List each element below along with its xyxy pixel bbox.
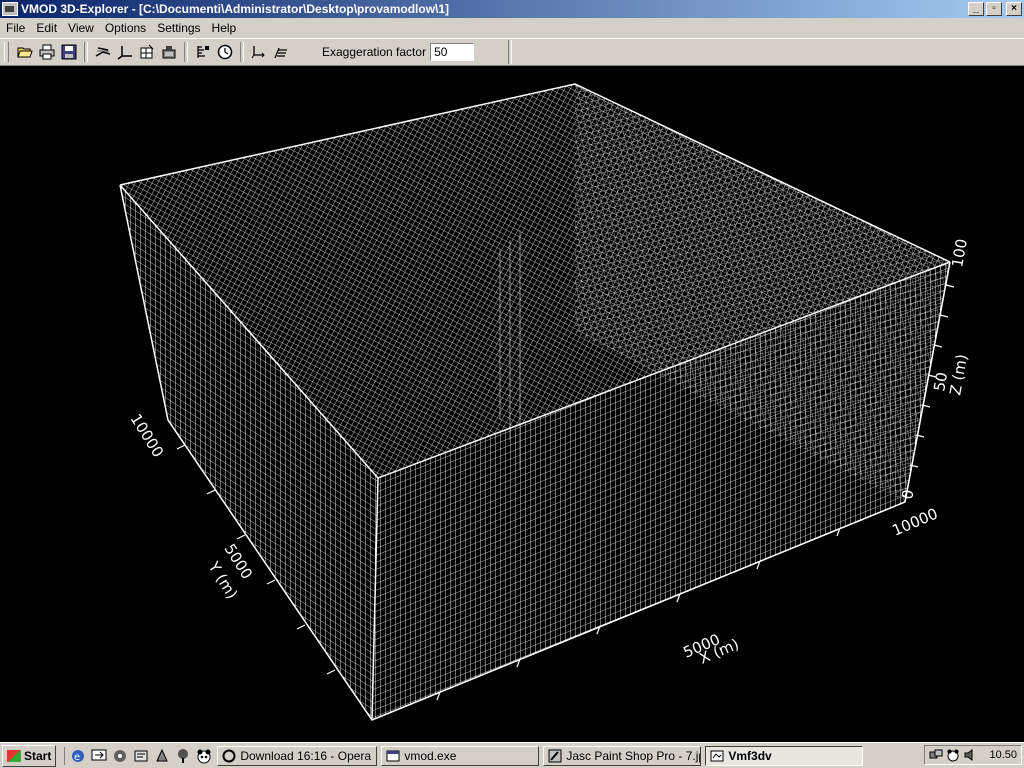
task-opera[interactable]: Download 16:16 - Opera: [217, 745, 378, 766]
clock-button[interactable]: [214, 41, 236, 63]
quick-launch: e: [64, 746, 213, 765]
cross-section-icon: [95, 47, 111, 57]
open-button[interactable]: [14, 41, 36, 63]
network-icon[interactable]: [929, 748, 943, 762]
save-icon: [61, 44, 77, 60]
start-label: Start: [24, 748, 52, 763]
ie-icon[interactable]: e: [69, 747, 87, 765]
app-icon[interactable]: [153, 747, 171, 765]
menu-settings[interactable]: Settings: [151, 21, 205, 35]
flow-icon: [274, 47, 287, 59]
3d-viewport[interactable]: 10000 5000 Y (m) 5000 X (m) 10000 100 50…: [0, 66, 1024, 742]
print-icon: [39, 44, 55, 60]
window-icon: [386, 750, 400, 761]
minimize-button[interactable]: _: [968, 2, 984, 16]
task-label: Vmf3dv: [728, 748, 772, 763]
system-tray: 10.50: [924, 745, 1022, 765]
svg-text:e: e: [74, 752, 80, 763]
volume-icon[interactable]: [963, 748, 977, 762]
opera-icon: [222, 749, 236, 762]
title-bar: VMOD 3D-Explorer - [C:\Documenti\Adminis…: [0, 0, 1024, 18]
flow-button[interactable]: [270, 41, 292, 63]
menu-view[interactable]: View: [62, 21, 99, 35]
explorer-icon[interactable]: [132, 747, 150, 765]
pump-icon: [162, 46, 176, 59]
task-label: Jasc Paint Shop Pro - 7.jpg: [566, 748, 702, 763]
task-label: Download 16:16 - Opera: [240, 748, 372, 763]
taskbar: Start e Download 16:16 - Opera vmod.exe …: [0, 742, 1024, 768]
model-grid-view[interactable]: 10000 5000 Y (m) 5000 X (m) 10000 100 50…: [0, 66, 1024, 742]
toolbar-grip[interactable]: [4, 42, 9, 62]
window-icon: [710, 750, 724, 761]
open-icon: [17, 47, 33, 58]
save-button[interactable]: [58, 41, 80, 63]
media-icon[interactable]: [111, 747, 129, 765]
panda-icon[interactable]: [195, 747, 213, 765]
task-vmf3dv[interactable]: Vmf3dv: [705, 745, 864, 766]
pump-button[interactable]: [158, 41, 180, 63]
start-button[interactable]: Start: [2, 744, 57, 767]
task-vmod[interactable]: vmod.exe: [381, 745, 540, 766]
desktop-icon[interactable]: [90, 747, 108, 765]
y-tick-10000: 10000: [127, 411, 168, 461]
tree-icon[interactable]: [174, 747, 192, 765]
exaggeration-label: Exaggeration factor: [322, 45, 427, 59]
cross-section-button[interactable]: [92, 41, 114, 63]
app-icon[interactable]: [2, 2, 18, 16]
legend-icon: [197, 46, 209, 58]
z-tick-0: 0: [898, 488, 917, 501]
x-tick-10000: 10000: [890, 504, 941, 539]
axes-icon: [117, 46, 132, 60]
print-button[interactable]: [36, 41, 58, 63]
windows-flag-icon: [7, 749, 21, 762]
window-controls: _ ▫ ×: [968, 2, 1022, 16]
legend-button[interactable]: [192, 41, 214, 63]
z-axis-title: Z (m): [946, 353, 971, 397]
toolbar: Exaggeration factor: [0, 38, 1024, 66]
menu-options[interactable]: Options: [99, 21, 151, 35]
menu-help[interactable]: Help: [206, 21, 242, 35]
z-tick-100: 100: [948, 237, 971, 268]
grid-icon: [140, 44, 154, 59]
menu-file[interactable]: File: [0, 21, 30, 35]
menu-bar: File Edit View Options Settings Help: [0, 18, 1024, 38]
task-paintshop[interactable]: Jasc Paint Shop Pro - 7.jpg: [543, 745, 702, 766]
clock[interactable]: 10.50: [989, 749, 1017, 761]
restore-button[interactable]: ▫: [986, 2, 1002, 16]
close-button[interactable]: ×: [1006, 2, 1022, 16]
toolbar-separator: [240, 42, 244, 62]
toolbar-separator: [184, 42, 188, 62]
toolbar-separator: [84, 42, 88, 62]
paint-icon: [548, 749, 562, 762]
rotate-icon: [251, 46, 265, 59]
toolbar-separator: [508, 40, 513, 64]
clock-icon: [217, 44, 233, 60]
panda-icon[interactable]: [946, 748, 960, 762]
task-label: vmod.exe: [404, 748, 457, 763]
menu-edit[interactable]: Edit: [30, 21, 62, 35]
window-title: VMOD 3D-Explorer - [C:\Documenti\Adminis…: [21, 2, 450, 16]
exaggeration-input[interactable]: [430, 43, 475, 61]
grid-button[interactable]: [136, 41, 158, 63]
rotate-button[interactable]: [248, 41, 270, 63]
axes-button[interactable]: [114, 41, 136, 63]
